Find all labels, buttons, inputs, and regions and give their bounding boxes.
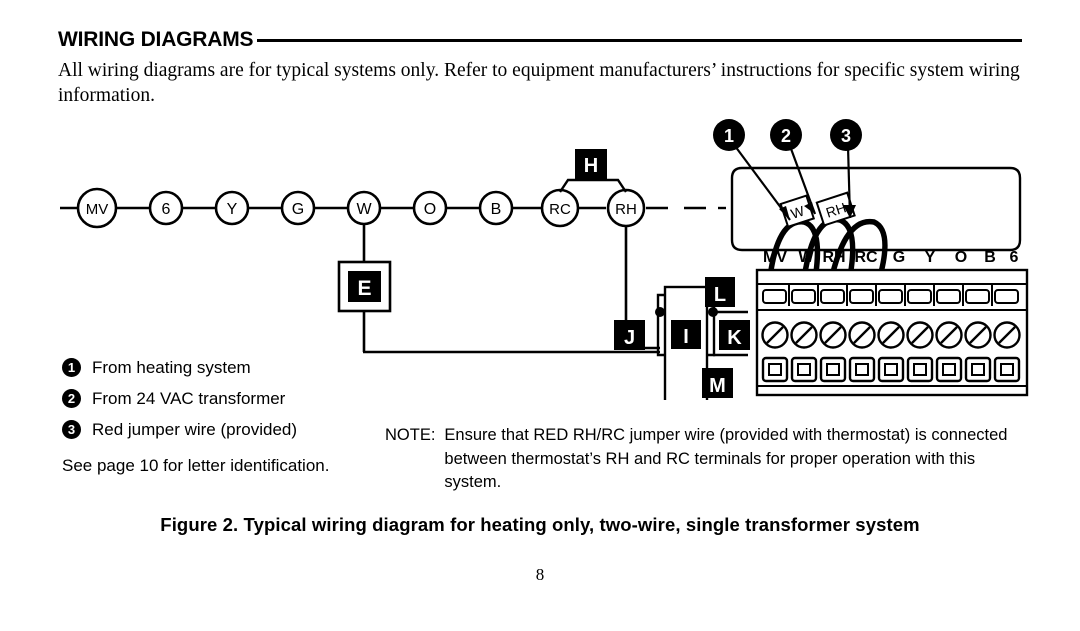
terminal-circle-y: Y bbox=[214, 190, 250, 226]
legend-footnote: See page 10 for letter identification. bbox=[62, 456, 330, 475]
thermostat-terminal-block: MV W RH RC G Y O B 6 bbox=[755, 249, 1029, 397]
terminal-circle-w: W bbox=[346, 190, 382, 226]
callout-box-e-label: E bbox=[357, 277, 371, 300]
callout-box-j: J bbox=[614, 320, 645, 350]
legend-item-1: 1 From heating system bbox=[62, 352, 382, 383]
terminal-screw-row bbox=[761, 321, 1021, 349]
callout-box-i-label: I bbox=[683, 326, 689, 348]
terminal-circle-g: G bbox=[280, 190, 316, 226]
terminal-socket bbox=[935, 356, 963, 383]
terminal-circle-b-label: B bbox=[491, 201, 502, 218]
note-text: Ensure that RED RH/RC jumper wire (provi… bbox=[444, 426, 1008, 491]
terminal-circle-rh: RH bbox=[606, 188, 646, 228]
terminal-label-g: G bbox=[893, 249, 905, 266]
terminal-circle-g-label: G bbox=[292, 201, 304, 218]
terminal-socket bbox=[761, 356, 789, 383]
callout-box-m-label: M bbox=[709, 375, 726, 397]
callout-box-l-label: L bbox=[714, 284, 726, 306]
terminal-circle-mv: MV bbox=[76, 187, 118, 229]
terminal-circle-group: MV 6 Y G W O B RC RH bbox=[76, 187, 646, 229]
terminal-screw bbox=[790, 321, 818, 349]
page-title: WIRING DIAGRAMS bbox=[58, 27, 254, 51]
callout-box-m: M bbox=[702, 368, 733, 398]
terminal-screw bbox=[906, 321, 934, 349]
number-callout-1-label: 1 bbox=[724, 126, 734, 146]
callout-box-h-label: H bbox=[584, 155, 598, 177]
terminal-circle-w-label: W bbox=[356, 201, 372, 218]
terminal-circle-o-label: O bbox=[424, 201, 436, 218]
number-callout-2: 2 bbox=[770, 119, 802, 151]
number-callout-3: 3 bbox=[830, 119, 862, 151]
title-divider-rule bbox=[257, 39, 1022, 42]
legend-item-1-label: From heating system bbox=[92, 357, 251, 377]
transformer-terminal-dot-left bbox=[655, 307, 665, 317]
callout-box-e: E bbox=[337, 260, 392, 313]
note-block: NOTE: Ensure that RED RH/RC jumper wire … bbox=[385, 424, 1010, 495]
terminal-socket bbox=[790, 356, 818, 383]
number-callout-1: 1 bbox=[713, 119, 745, 151]
terminal-slot-row bbox=[762, 289, 1019, 304]
rh-rc-jumper-path bbox=[559, 178, 627, 193]
legend-bullet-1: 1 bbox=[62, 358, 81, 377]
terminal-socket bbox=[993, 356, 1021, 383]
terminal-screw bbox=[964, 321, 992, 349]
legend-list: 1 From heating system 2 From 24 VAC tran… bbox=[62, 352, 382, 476]
terminal-socket bbox=[848, 356, 876, 383]
callout-box-h: H bbox=[575, 149, 607, 179]
terminal-label-6: 6 bbox=[1010, 249, 1019, 266]
section-header: WIRING DIAGRAMS bbox=[58, 26, 1022, 52]
legend-item-2: 2 From 24 VAC transformer bbox=[62, 383, 382, 414]
terminal-label-rc: RC bbox=[854, 249, 878, 266]
terminal-screw bbox=[877, 321, 905, 349]
note-label: NOTE: bbox=[385, 426, 436, 444]
terminal-circle-rh-label: RH bbox=[615, 201, 637, 218]
terminal-label-o: O bbox=[955, 249, 967, 266]
terminal-screw bbox=[761, 321, 789, 349]
terminal-socket bbox=[819, 356, 847, 383]
page-number: 8 bbox=[535, 565, 545, 584]
terminal-label-w: W bbox=[798, 249, 814, 266]
terminal-socket bbox=[964, 356, 992, 383]
terminal-circle-y-label: Y bbox=[227, 201, 238, 218]
callout-box-k-label: K bbox=[727, 327, 742, 349]
terminal-socket-row bbox=[761, 356, 1021, 383]
callout-box-l: L bbox=[705, 277, 735, 307]
terminal-screw bbox=[993, 321, 1021, 349]
terminal-label-y: Y bbox=[925, 249, 936, 266]
number-callout-3-label: 3 bbox=[841, 126, 851, 146]
terminal-screw bbox=[819, 321, 847, 349]
callout-box-j-label: J bbox=[624, 327, 635, 349]
terminal-label-b: B bbox=[984, 249, 996, 266]
terminal-circle-mv-label: MV bbox=[86, 201, 109, 218]
terminal-socket bbox=[877, 356, 905, 383]
terminal-circle-6: 6 bbox=[148, 190, 184, 226]
legend-bullet-2: 2 bbox=[62, 389, 81, 408]
legend-item-3: 3 Red jumper wire (provided) bbox=[62, 414, 382, 445]
number-callout-2-label: 2 bbox=[781, 126, 791, 146]
manual-page: WIRING DIAGRAMS All wiring diagrams are … bbox=[0, 0, 1080, 631]
terminal-label-mv: MV bbox=[763, 249, 787, 266]
terminal-circle-b: B bbox=[478, 190, 514, 226]
terminal-circle-6-label: 6 bbox=[162, 201, 171, 218]
thermostat-body-outline bbox=[730, 166, 1022, 252]
legend-item-3-label: Red jumper wire (provided) bbox=[92, 419, 298, 439]
callout-box-k: K bbox=[719, 320, 750, 350]
terminal-screw bbox=[848, 321, 876, 349]
terminal-circle-rc-label: RC bbox=[549, 201, 571, 218]
terminal-screw bbox=[935, 321, 963, 349]
terminal-circle-o: O bbox=[412, 190, 448, 226]
legend-bullet-3: 3 bbox=[62, 420, 81, 439]
terminal-label-rh: RH bbox=[822, 249, 845, 266]
legend-item-2-label: From 24 VAC transformer bbox=[92, 388, 286, 408]
terminal-circle-rc: RC bbox=[540, 188, 580, 228]
figure-caption: Figure 2. Typical wiring diagram for hea… bbox=[160, 514, 920, 535]
intro-paragraph: All wiring diagrams are for typical syst… bbox=[58, 60, 1020, 106]
terminal-socket bbox=[906, 356, 934, 383]
